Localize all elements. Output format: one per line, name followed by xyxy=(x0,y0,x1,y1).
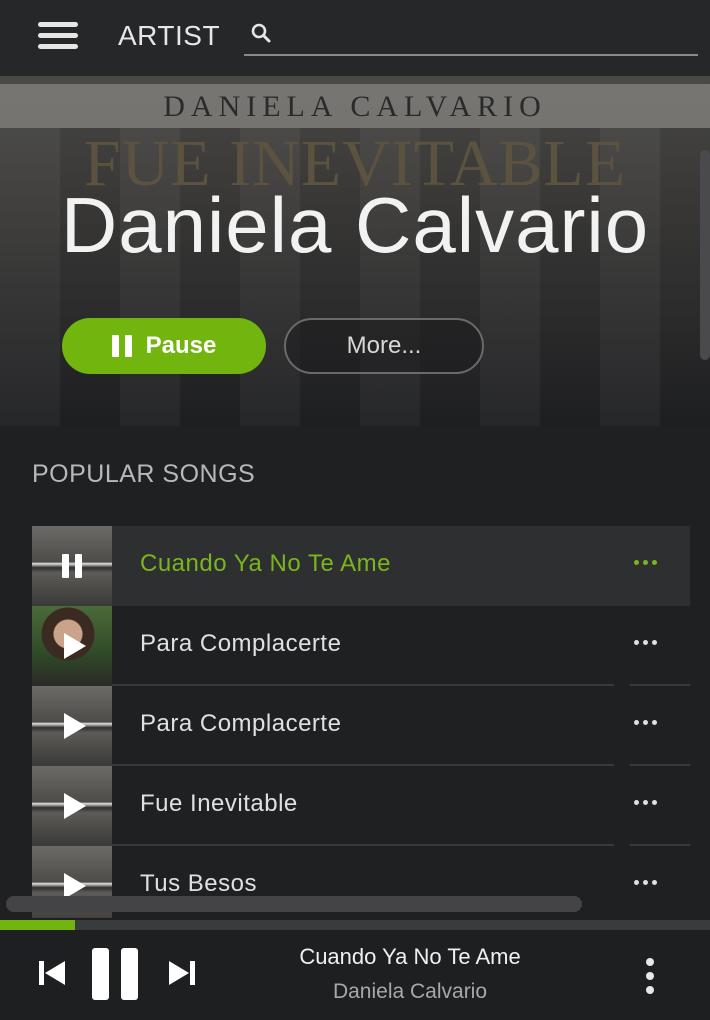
now-playing-title: Cuando Ya No Te Ame xyxy=(299,944,521,969)
song-title: Tus Besos xyxy=(140,870,257,897)
album-art xyxy=(32,526,112,606)
more-options-icon[interactable] xyxy=(634,880,657,885)
pause-icon xyxy=(111,335,132,357)
view-title: ARTIST xyxy=(118,20,221,51)
more-button-label: More... xyxy=(346,332,422,359)
album-art xyxy=(32,766,112,846)
now-playing-artist: Daniela Calvario xyxy=(332,980,488,1003)
more-options-icon[interactable] xyxy=(634,720,657,725)
search-input[interactable] xyxy=(284,20,684,52)
song-title: Para Complacerte xyxy=(140,630,342,657)
top-app-bar: ARTIST xyxy=(0,0,710,76)
song-row[interactable]: Cuando Ya No Te Ame xyxy=(32,526,690,606)
vertical-scrollbar[interactable] xyxy=(700,150,710,360)
search-icon xyxy=(251,23,271,43)
pause-button[interactable]: Pause xyxy=(62,318,266,374)
more-options-icon[interactable] xyxy=(634,800,657,805)
next-track-icon[interactable] xyxy=(168,960,196,986)
player-menu-icon[interactable] xyxy=(640,958,660,994)
popular-songs-heading: POPULAR SONGS xyxy=(32,460,256,488)
pause-button-label: Pause xyxy=(145,332,217,359)
song-title: Cuando Ya No Te Ame xyxy=(140,550,391,577)
horizontal-scrollbar[interactable] xyxy=(6,896,582,912)
more-options-icon[interactable] xyxy=(634,640,657,645)
previous-track-icon[interactable] xyxy=(38,960,66,986)
play-pause-button[interactable] xyxy=(92,948,140,1000)
song-row[interactable]: Fue Inevitable xyxy=(32,766,690,846)
song-row[interactable]: Para Complacerte xyxy=(32,686,690,766)
playback-progress-fill xyxy=(0,920,75,930)
now-playing-bar: Cuando Ya No Te Ame Daniela Calvario xyxy=(0,930,710,1020)
song-title: Para Complacerte xyxy=(140,710,342,737)
hero-art-artist-text: DANIELA CALVARIO xyxy=(163,90,547,123)
artist-hero: DANIELA CALVARIO FUE INEVITABLE Daniela … xyxy=(0,76,710,426)
song-title: Fue Inevitable xyxy=(140,790,298,817)
menu-icon[interactable] xyxy=(38,20,80,52)
more-options-icon[interactable] xyxy=(634,560,657,565)
more-button[interactable]: More... xyxy=(284,318,484,374)
album-art xyxy=(32,686,112,766)
playback-progress-bar[interactable] xyxy=(0,920,710,930)
artist-name: Daniela Calvario xyxy=(60,181,650,269)
play-icon[interactable] xyxy=(64,793,86,819)
search-field[interactable] xyxy=(244,18,698,56)
play-icon[interactable] xyxy=(64,633,86,659)
popular-songs-list: Cuando Ya No Te Ame Para Complacerte Par… xyxy=(32,526,690,918)
play-icon[interactable] xyxy=(64,713,86,739)
album-art xyxy=(32,606,112,686)
song-row[interactable]: Para Complacerte xyxy=(32,606,690,686)
pause-icon[interactable] xyxy=(62,554,82,578)
